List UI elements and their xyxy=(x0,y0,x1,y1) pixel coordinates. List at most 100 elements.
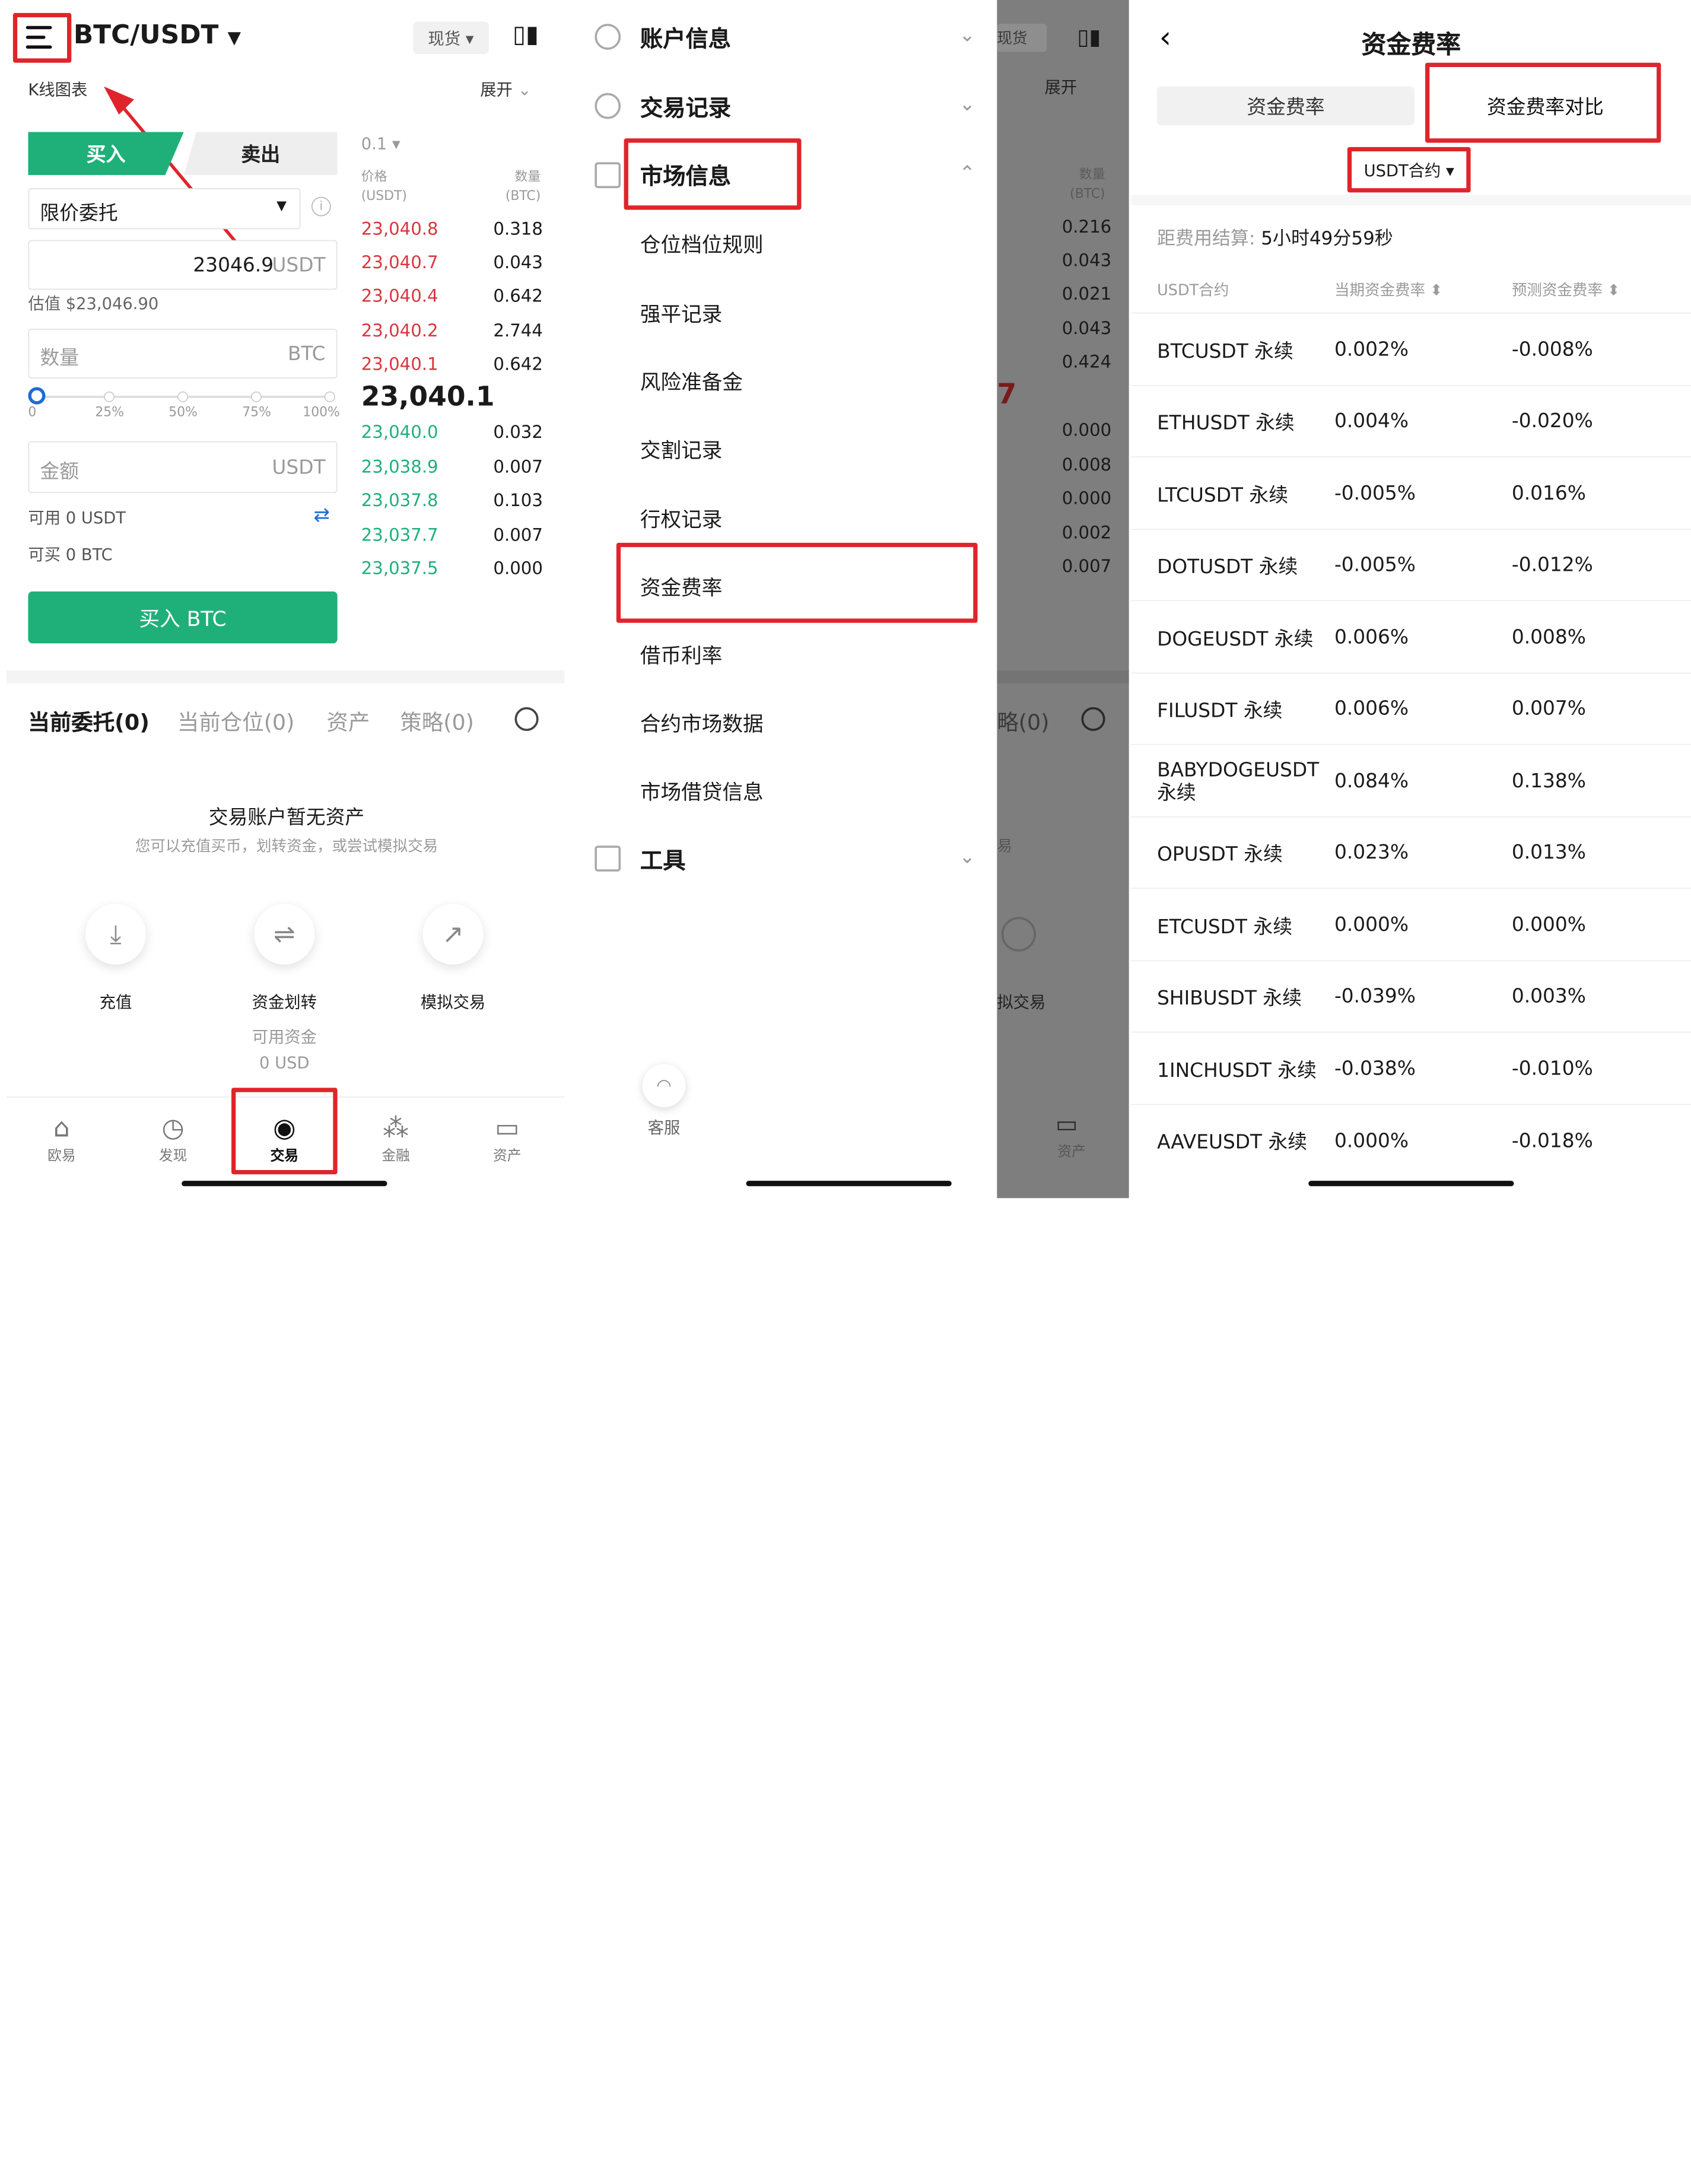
amount-input[interactable]: 金额 USDT xyxy=(28,441,338,494)
menu-position-tiers[interactable]: 仓位档位规则 xyxy=(640,229,764,258)
symbol-cell: 1INCHUSDT 永续 xyxy=(1157,1059,1317,1082)
table-row[interactable]: SHIBUSDT 永续 -0.039% 0.003% xyxy=(1131,961,1691,1033)
bid-row[interactable]: 23,037.8 0.103 xyxy=(361,490,543,511)
section-account[interactable]: 账户信息 xyxy=(640,21,731,54)
headset-icon[interactable]: ◠ xyxy=(643,1064,686,1107)
sell-tab[interactable]: 卖出 xyxy=(183,132,338,176)
table-row[interactable]: 1INCHUSDT 永续 -0.038% -0.010% xyxy=(1131,1034,1691,1105)
nav-finance[interactable]: ⁂ 金融 xyxy=(363,1112,428,1164)
slider-mark xyxy=(177,391,189,402)
info-icon[interactable]: i xyxy=(311,196,331,217)
nav-discover[interactable]: ◷ 发现 xyxy=(141,1112,205,1165)
empty-title: 交易账户暂无资产 xyxy=(208,806,365,829)
chevron-down-icon[interactable]: ⌄ xyxy=(959,24,975,46)
price-input[interactable]: 23046.9 USDT xyxy=(28,240,338,290)
contract-select[interactable]: USDT合约 ▾ xyxy=(1347,147,1471,193)
nav-assets[interactable]: ▭ 资产 xyxy=(475,1112,539,1165)
precision-select[interactable]: 0.1 ▾ xyxy=(361,134,401,154)
slider-label: 100% xyxy=(303,404,340,420)
tab-fragment: 略(0) xyxy=(997,709,1050,736)
available-balance: 可用 0 USDT xyxy=(28,508,126,528)
transfer-icon[interactable]: ⇄ xyxy=(314,504,330,526)
section-market-info[interactable]: 市场信息 xyxy=(640,159,731,192)
section-tools[interactable]: 工具 xyxy=(640,844,686,876)
table-row[interactable]: FILUSDT 永续 0.006% 0.007% xyxy=(1131,673,1691,745)
transfer-label[interactable]: 资金划转 xyxy=(230,990,338,1013)
table-row[interactable]: BTCUSDT 永续 0.002% -0.008% xyxy=(1131,314,1691,386)
menu-borrow-rate[interactable]: 借币利率 xyxy=(640,640,723,669)
menu-contract-data[interactable]: 合约市场数据 xyxy=(640,708,764,737)
ask-row[interactable]: 23,040.4 0.642 xyxy=(361,285,543,306)
table-row[interactable]: LTCUSDT 永续 -0.005% 0.016% xyxy=(1131,459,1691,530)
menu-lending-info[interactable]: 市场借贷信息 xyxy=(640,777,764,806)
menu-delivery-records[interactable]: 交割记录 xyxy=(640,435,723,464)
bid-row[interactable]: 23,037.5 0.000 xyxy=(361,558,543,578)
table-row[interactable]: ETHUSDT 永续 0.004% -0.020% xyxy=(1131,386,1691,457)
pair-selector[interactable]: BTC/USDT ▼ xyxy=(74,20,241,50)
col-predicted-rate[interactable]: 预测资金费率 ⬍ xyxy=(1512,279,1620,300)
nav-home[interactable]: ⌂ 欧易 xyxy=(29,1112,94,1165)
menu-icon[interactable] xyxy=(26,20,52,55)
menu-insurance-fund[interactable]: 风险准备金 xyxy=(640,367,743,396)
estimate-value: 估值 $23,046.90 xyxy=(28,294,159,314)
spot-chip[interactable]: 现货 ▾ xyxy=(413,21,489,55)
symbol-cell: OPUSDT 永续 xyxy=(1157,843,1283,866)
quantity-input[interactable]: 数量 BTC xyxy=(28,329,338,379)
table-row[interactable]: ETCUSDT 永续 0.000% 0.000% xyxy=(1131,890,1691,962)
support-label[interactable]: 客服 xyxy=(631,1116,696,1139)
ask-row[interactable]: 23,040.8 0.318 xyxy=(361,218,543,239)
tab-funding-rate[interactable]: 资金费率 xyxy=(1157,86,1415,126)
deposit-icon[interactable]: ⤓ xyxy=(85,904,147,965)
simulated-trade-label[interactable]: 模拟交易 xyxy=(399,990,507,1013)
tab-open-orders[interactable]: 当前委托(0) xyxy=(28,705,149,736)
current-rate-cell: 0.002% xyxy=(1334,338,1409,361)
deposit-label[interactable]: 充值 xyxy=(62,990,170,1013)
highlight-compare-tab xyxy=(1425,62,1661,143)
table-row[interactable]: OPUSDT 永续 0.023% 0.013% xyxy=(1131,818,1691,889)
ask-qty: 0.043 xyxy=(1061,249,1112,271)
tab-assets[interactable]: 资产 xyxy=(326,705,370,736)
simulated-trade-icon[interactable]: ↗ xyxy=(422,904,484,965)
ask-row[interactable]: 23,040.7 0.043 xyxy=(361,252,543,273)
kline-label[interactable]: K线图表 xyxy=(28,78,87,100)
ask-qty: 0.642 xyxy=(493,285,543,306)
transfer-icon[interactable]: ⇌ xyxy=(254,904,315,965)
funding-rate-screen: ‹ 资金费率 资金费率 资金费率对比 USDT合约 ▾ 距费用结算: 5小时49… xyxy=(1131,0,1691,1199)
chevron-down-icon[interactable]: ⌄ xyxy=(959,93,975,116)
bid-row[interactable]: 23,037.7 0.007 xyxy=(361,524,543,545)
table-row[interactable]: DOGEUSDT 永续 0.006% 0.008% xyxy=(1131,602,1691,674)
ask-row[interactable]: 23,040.2 2.744 xyxy=(361,320,543,341)
tab-strategies[interactable]: 策略(0) xyxy=(400,705,474,736)
menu-liquidations[interactable]: 强平记录 xyxy=(640,298,723,328)
chevron-down-icon[interactable]: ⌄ xyxy=(959,845,975,868)
section-trade-records[interactable]: 交易记录 xyxy=(640,91,731,123)
candlestick-icon[interactable]: ▯▮ xyxy=(513,21,539,49)
nav-label: 发现 xyxy=(158,1148,187,1165)
buy-tab[interactable]: 买入 xyxy=(28,132,184,176)
bid-qty: 0.000 xyxy=(1061,487,1112,508)
ask-row[interactable]: 23,040.1 0.642 xyxy=(361,354,543,374)
tab-positions[interactable]: 当前仓位(0) xyxy=(177,705,294,736)
table-row[interactable]: AAVEUSDT 永续 0.000% -0.018% xyxy=(1131,1105,1691,1177)
col-current-rate[interactable]: 当期资金费率 ⬍ xyxy=(1334,279,1443,300)
bid-qty: 0.007 xyxy=(493,524,543,545)
chevron-up-icon[interactable]: ⌃ xyxy=(959,162,975,185)
nav-label: 欧易 xyxy=(47,1148,76,1165)
predicted-rate-cell: 0.016% xyxy=(1511,482,1586,506)
symbol-cell: FILUSDT 永续 xyxy=(1157,699,1283,722)
expand-toggle[interactable]: 展开 ⌄ xyxy=(480,78,531,100)
table-row[interactable]: BABYDOGEUSDT 永续 0.084% 0.138% xyxy=(1131,746,1691,818)
slider-handle[interactable] xyxy=(28,387,46,405)
order-type-select[interactable]: 限价委托 ▼ xyxy=(28,188,301,230)
menu-funding-rate[interactable]: 资金费率 xyxy=(640,572,723,601)
buy-btc-button[interactable]: 买入 BTC xyxy=(28,591,338,644)
history-icon[interactable] xyxy=(514,707,539,732)
dimmed-background[interactable]: 现货 ▯▮ 展开 数量 (BTC) 0.216 0.043 0.021 0.04… xyxy=(997,0,1129,1199)
nav-label: 资产 xyxy=(493,1148,522,1165)
table-row[interactable]: DOTUSDT 永续 -0.005% -0.012% xyxy=(1131,530,1691,602)
divider xyxy=(6,670,565,684)
bid-row[interactable]: 23,038.9 0.007 xyxy=(361,456,543,477)
bid-row[interactable]: 23,040.0 0.032 xyxy=(361,422,543,443)
slider-label: 0 xyxy=(28,404,37,420)
menu-exercise-records[interactable]: 行权记录 xyxy=(640,504,723,533)
